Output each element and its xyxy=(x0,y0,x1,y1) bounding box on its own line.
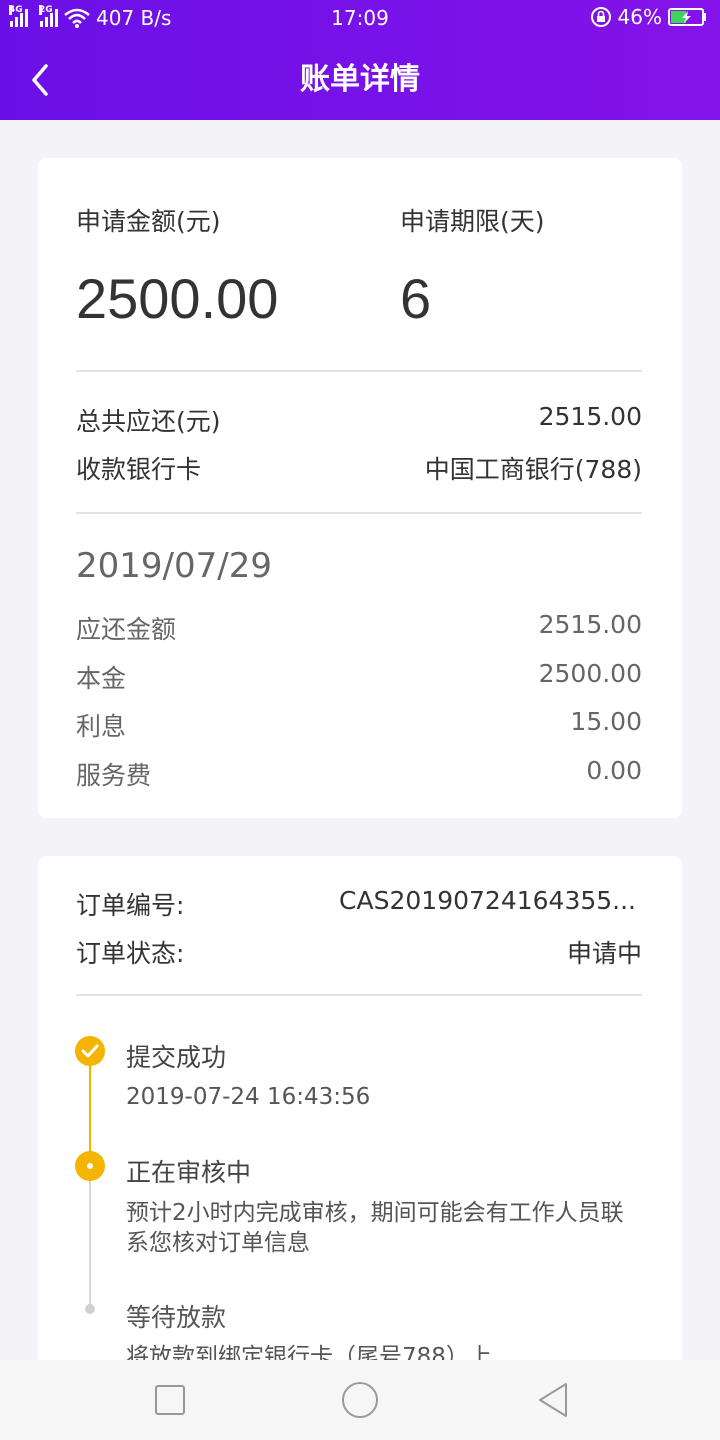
interest-value: 15.00 xyxy=(570,707,642,736)
interest-row: 利息 15.00 xyxy=(76,707,642,743)
check-icon xyxy=(75,1036,105,1066)
order-status-value: 申请中 xyxy=(566,939,642,968)
timeline-line-pending xyxy=(89,1178,91,1306)
amount-label: 申请金额(元) xyxy=(76,207,221,236)
in-progress-icon xyxy=(75,1151,105,1181)
rotation-lock-icon xyxy=(590,7,611,27)
bank-value: 中国工商银行(788) xyxy=(424,455,642,484)
battery-percent: 46% xyxy=(617,5,662,29)
total-row: 总共应还(元) 2515.00 xyxy=(76,402,642,438)
service-fee-row: 服务费 0.00 xyxy=(76,756,642,792)
principal-value: 2500.00 xyxy=(538,659,642,688)
bill-summary-card: 申请金额(元) 申请期限(天) 2500.00 6 总共应还(元) 2515.0… xyxy=(38,158,682,818)
order-card: 订单编号: CAS20190724164355... 订单状态: 申请中 提交成… xyxy=(38,856,682,1376)
order-number-label: 订单编号: xyxy=(76,891,185,920)
bank-row: 收款银行卡 中国工商银行(788) xyxy=(76,450,642,486)
order-status-label: 订单状态: xyxy=(76,939,185,968)
divider xyxy=(76,512,642,514)
amount-value: 2500.00 xyxy=(76,267,279,330)
pending-dot-icon xyxy=(85,1304,95,1314)
order-status-row: 订单状态: 申请中 xyxy=(76,934,642,970)
bank-label: 收款银行卡 xyxy=(76,455,202,484)
battery-charging-icon xyxy=(668,8,706,26)
repay-amount-label: 应还金额 xyxy=(76,615,177,644)
step-reviewing-title: 正在审核中 xyxy=(126,1158,252,1187)
system-nav-bar xyxy=(0,1360,720,1440)
app-header: 4G 2G 407 B/s 17:09 46% 账单详情 xyxy=(0,0,720,120)
repay-amount-value: 2515.00 xyxy=(538,610,642,639)
repayment-date: 2019/07/29 xyxy=(76,546,272,586)
divider xyxy=(76,370,642,372)
term-label: 申请期限(天) xyxy=(400,207,545,236)
step-submitted-time: 2019-07-24 16:43:56 xyxy=(126,1084,371,1110)
interest-label: 利息 xyxy=(76,712,127,741)
page-title: 账单详情 xyxy=(300,62,420,97)
term-value: 6 xyxy=(400,267,432,330)
total-value: 2515.00 xyxy=(538,402,642,431)
divider xyxy=(76,994,642,996)
step-submitted-title: 提交成功 xyxy=(126,1043,227,1072)
principal-row: 本金 2500.00 xyxy=(76,659,642,695)
step-reviewing-desc-2: 系您核对订单信息 xyxy=(126,1230,310,1256)
home-button[interactable] xyxy=(340,1380,380,1420)
repay-amount-row: 应还金额 2515.00 xyxy=(76,610,642,646)
service-fee-label: 服务费 xyxy=(76,761,152,790)
total-label: 总共应还(元) xyxy=(76,407,221,436)
back-nav-button[interactable] xyxy=(534,1380,574,1420)
step-payout-title: 等待放款 xyxy=(126,1303,227,1332)
order-number-row: 订单编号: CAS20190724164355... xyxy=(76,886,642,922)
recent-apps-button[interactable] xyxy=(150,1380,190,1420)
order-number-value: CAS20190724164355... xyxy=(339,886,636,915)
principal-label: 本金 xyxy=(76,664,127,693)
service-fee-value: 0.00 xyxy=(586,756,642,785)
step-reviewing-desc-1: 预计2小时内完成审核，期间可能会有工作人员联 xyxy=(126,1200,624,1226)
status-bar: 4G 2G 407 B/s 17:09 46% xyxy=(0,0,720,38)
